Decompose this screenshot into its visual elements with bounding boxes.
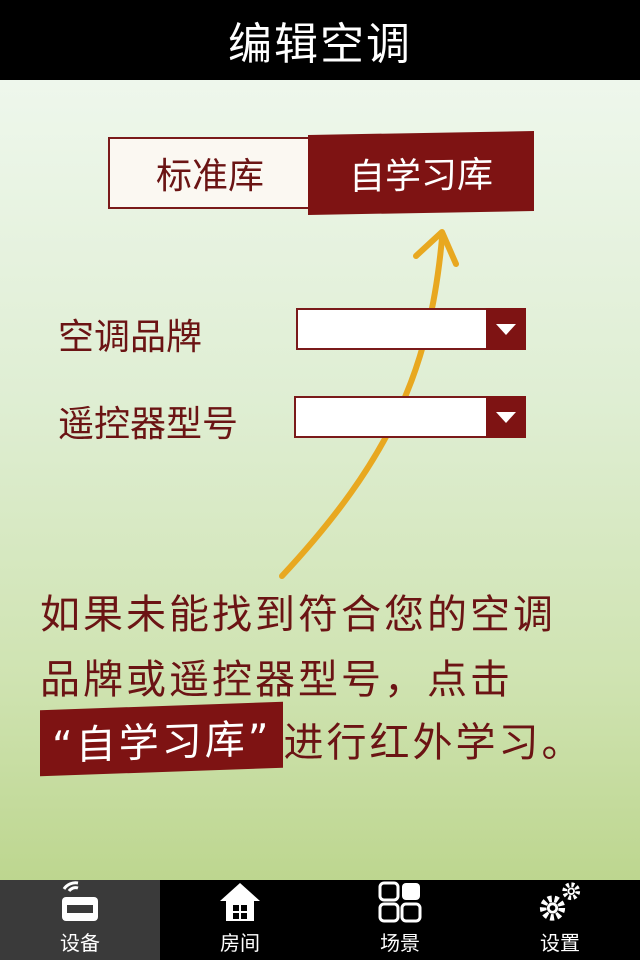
hint-text-line-1: 如果未能找到符合您的空调 (40, 592, 556, 638)
chevron-down-icon (496, 323, 516, 335)
tab-settings[interactable]: 设置 (480, 880, 640, 960)
library-segmented-control: 标准库 自学习库 (108, 131, 534, 215)
grid-icon (378, 881, 422, 923)
hint-text-line-3: “自学习库” 进行红外学习。 (40, 701, 585, 777)
tab-settings-label: 设置 (540, 931, 580, 955)
device-icon (62, 881, 98, 921)
bottom-tab-bar: 设备 房间 场景 设置 (0, 880, 640, 960)
brand-label: 空调品牌 (58, 317, 203, 358)
tab-scenes[interactable]: 场景 (320, 880, 480, 960)
remote-model-select[interactable] (294, 396, 526, 438)
hint-highlight-self-learning: “自学习库” (40, 701, 284, 777)
tab-self-learning-library[interactable]: 自学习库 (308, 131, 534, 215)
tab-scenes-label: 场景 (380, 931, 420, 955)
hint-text-line-2: 品牌或遥控器型号，点击 (40, 657, 513, 703)
remote-model-label: 遥控器型号 (58, 404, 239, 445)
tab-standard-library[interactable]: 标准库 (108, 137, 310, 209)
tab-rooms[interactable]: 房间 (160, 880, 320, 960)
hint-text-line-3-rest: 进行红外学习。 (283, 720, 585, 766)
brand-select[interactable] (296, 308, 526, 350)
remote-model-dropdown-button[interactable] (486, 396, 526, 438)
tab-rooms-label: 房间 (220, 931, 260, 955)
page-title: 编辑空调 (0, 0, 640, 80)
gears-icon (539, 882, 581, 921)
tab-devices-label: 设备 (60, 931, 100, 955)
house-icon (220, 883, 260, 921)
chevron-down-icon (496, 411, 516, 423)
content-area: 标准库 自学习库 空调品牌 遥控器型号 如果未能找到符合您的空调 品牌或遥控器型… (0, 80, 640, 880)
tab-devices[interactable]: 设备 (0, 880, 160, 960)
brand-dropdown-button[interactable] (486, 308, 526, 350)
